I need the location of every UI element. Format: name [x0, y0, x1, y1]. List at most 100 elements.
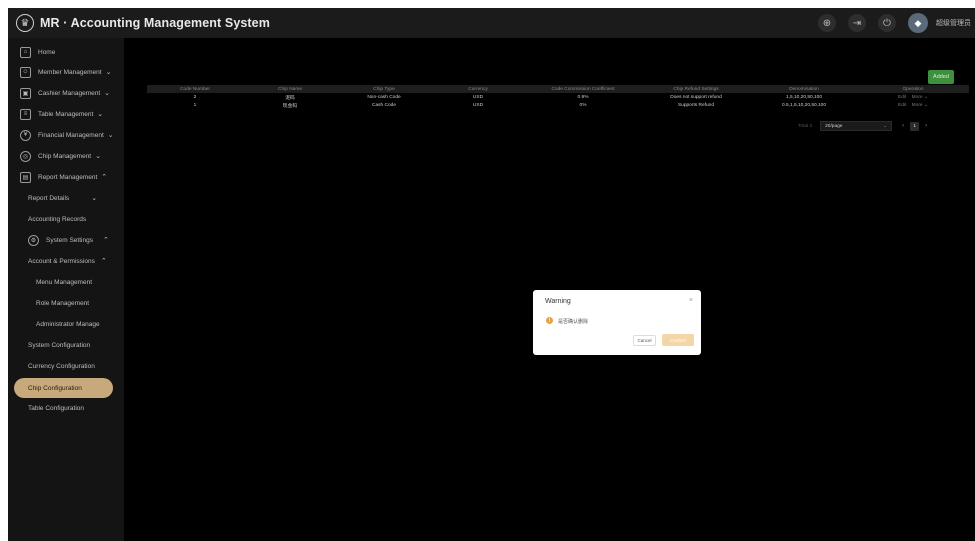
chevron-down-icon: ⌄	[95, 153, 101, 160]
cell-operation: Edit More ⌄	[857, 101, 969, 109]
logout-icon[interactable]: ⇥	[848, 14, 866, 32]
cancel-button[interactable]: Cancel	[633, 335, 656, 346]
add-button[interactable]: Added	[928, 70, 954, 84]
column-header: Code Number	[147, 85, 243, 93]
sidebar-item-report-management[interactable]: ▤ Report Management ⌃	[8, 167, 124, 187]
edit-link[interactable]: Edit	[898, 95, 906, 100]
cell-coefficient: 0.9%	[577, 94, 589, 100]
sidebar-item-label: Report Details	[28, 194, 70, 202]
cell-refund: Does not support refund	[670, 94, 722, 100]
cell-denomination: 1,5,10,20,50,100	[785, 94, 822, 100]
sidebar-item-chip-configuration[interactable]: Chip Configuration	[14, 378, 113, 398]
cell-type: Cash Code	[372, 102, 396, 108]
sidebar-item-account-permissions[interactable]: Account & Permissions ⌃	[8, 251, 124, 271]
column-header: Chip Type	[337, 85, 431, 93]
sidebar: ⌂ Home ☺ Member Management ⌄ ▣ Cashier M…	[8, 38, 124, 541]
chevron-up-icon: ⌃	[102, 237, 109, 244]
app-title: MR · Accounting Management System	[40, 16, 270, 30]
sidebar-item-report-details[interactable]: Report Details ⌄	[8, 188, 124, 208]
sidebar-item-label: System Configuration	[28, 341, 91, 349]
table-icon: ≡	[20, 108, 31, 120]
sidebar-item-label: Member Management	[38, 68, 102, 76]
globe-icon[interactable]: ⊕	[818, 14, 836, 32]
sidebar-item-label: Administrator Manage	[36, 320, 100, 328]
prev-page-button[interactable]: ‹	[902, 123, 904, 129]
home-icon: ⌂	[20, 46, 31, 58]
app-window: ♛ MR · Accounting Management System ⊕ ⇥ …	[8, 8, 975, 541]
edit-link[interactable]: Edit	[898, 103, 906, 108]
cell-code: 1	[193, 102, 197, 108]
warning-icon: !	[546, 317, 553, 324]
sidebar-item-label: Table Management	[38, 110, 94, 118]
power-icon[interactable]: ⏻	[878, 14, 896, 32]
cell-refund: Supports Refund	[677, 102, 714, 108]
table-row: 1 现金码 Cash Code USD 0% Supports Refund 0…	[147, 101, 969, 109]
sidebar-item-system-configuration[interactable]: System Configuration	[8, 335, 124, 355]
sidebar-item-cashier-management[interactable]: ▣ Cashier Management ⌄	[8, 83, 124, 103]
sidebar-item-table-configuration[interactable]: Table Configuration	[8, 398, 124, 418]
sidebar-item-system-settings[interactable]: ⚙ System Settings ⌃	[8, 230, 124, 250]
page-size-select[interactable]: 20/page ⌄	[820, 121, 893, 131]
close-icon[interactable]: ×	[689, 297, 693, 304]
more-dropdown[interactable]: More	[912, 103, 923, 108]
chevron-up-icon: ⌃	[101, 174, 108, 181]
chevron-down-icon: ⌄	[923, 102, 928, 108]
sidebar-item-label: Accounting Records	[28, 215, 87, 223]
next-page-button[interactable]: ›	[925, 123, 927, 129]
pagination-total: Total 2	[798, 123, 813, 129]
sidebar-item-role-management[interactable]: Role Management	[8, 293, 124, 313]
user-name[interactable]: 超级管理员	[936, 18, 971, 28]
sidebar-item-home[interactable]: ⌂ Home	[8, 42, 124, 62]
sidebar-item-label: Account & Permissions	[28, 257, 95, 265]
warning-dialog: Warning × ! 是否确认删除 Cancel Confirm	[533, 290, 701, 355]
sidebar-item-label: Cashier Management	[38, 89, 101, 97]
logo-icon: ♛	[16, 14, 34, 32]
sidebar-item-label: Menu Management	[36, 278, 93, 286]
chevron-down-icon: ⌄	[104, 90, 111, 97]
sidebar-item-chip-management[interactable]: ◎ Chip Management ⌄	[8, 146, 124, 166]
pagination: Total 2 20/page ⌄ ‹ 1 ›	[798, 121, 927, 131]
top-bar: ♛ MR · Accounting Management System ⊕ ⇥ …	[8, 8, 975, 38]
chevron-down-icon: ⌄	[107, 132, 114, 139]
more-dropdown[interactable]: More	[912, 95, 923, 100]
cell-currency: USD	[472, 102, 484, 108]
chevron-down-icon: ⌄	[923, 94, 928, 100]
chevron-down-icon: ⌄	[105, 69, 112, 76]
avatar[interactable]: ◆	[908, 13, 928, 33]
sidebar-item-label: Role Management	[36, 299, 90, 307]
cell-coefficient: 0%	[579, 102, 587, 108]
column-header: Currency	[431, 85, 525, 93]
sidebar-item-member-management[interactable]: ☺ Member Management ⌄	[8, 62, 124, 82]
cell-name: 现金码	[282, 103, 298, 109]
column-header: Code Commission Coefficient	[525, 85, 641, 93]
settings-icon: ⚙	[28, 234, 39, 246]
cashier-icon: ▣	[20, 87, 31, 99]
chip-table: Code Number Chip Name Chip Type Currency…	[147, 85, 969, 109]
table-row: 2 泥码 Non-cash Code USD 0.9% Does not sup…	[147, 93, 969, 101]
sidebar-item-label: Table Configuration	[28, 404, 85, 412]
cell-currency: USD	[472, 94, 484, 100]
sidebar-item-administrator-manage[interactable]: Administrator Manage	[8, 314, 124, 334]
table-header-row: Code Number Chip Name Chip Type Currency…	[147, 85, 969, 93]
sidebar-item-currency-configuration[interactable]: Currency Configuration	[8, 356, 124, 376]
page-number-button[interactable]: 1	[910, 121, 920, 131]
chevron-down-icon: ⌄	[91, 195, 98, 202]
sidebar-item-label: Chip Management	[38, 152, 92, 160]
column-header: Denomination	[751, 85, 857, 93]
page-size-value: 20/page	[825, 123, 843, 129]
sidebar-item-table-management[interactable]: ≡ Table Management ⌄	[8, 104, 124, 124]
sidebar-item-label: Chip Configuration	[28, 384, 82, 392]
sidebar-item-accounting-records[interactable]: Accounting Records	[8, 209, 124, 229]
sidebar-item-label: Currency Configuration	[28, 362, 95, 370]
report-icon: ▤	[20, 171, 31, 183]
dialog-message: 是否确认删除	[558, 319, 589, 325]
confirm-button[interactable]: Confirm	[662, 334, 694, 346]
column-header: Chip Refund Settings	[641, 85, 751, 93]
chevron-up-icon: ⌃	[100, 258, 107, 265]
cell-operation: Edit More ⌄	[857, 93, 969, 101]
cell-denomination: 0.5,1,5,10,20,50,100	[781, 102, 826, 108]
sidebar-item-label: Report Management	[38, 173, 98, 181]
cell-code: 2	[193, 94, 197, 100]
sidebar-item-menu-management[interactable]: Menu Management	[8, 272, 124, 292]
sidebar-item-financial-management[interactable]: ¥ Financial Management ⌄	[8, 125, 124, 145]
